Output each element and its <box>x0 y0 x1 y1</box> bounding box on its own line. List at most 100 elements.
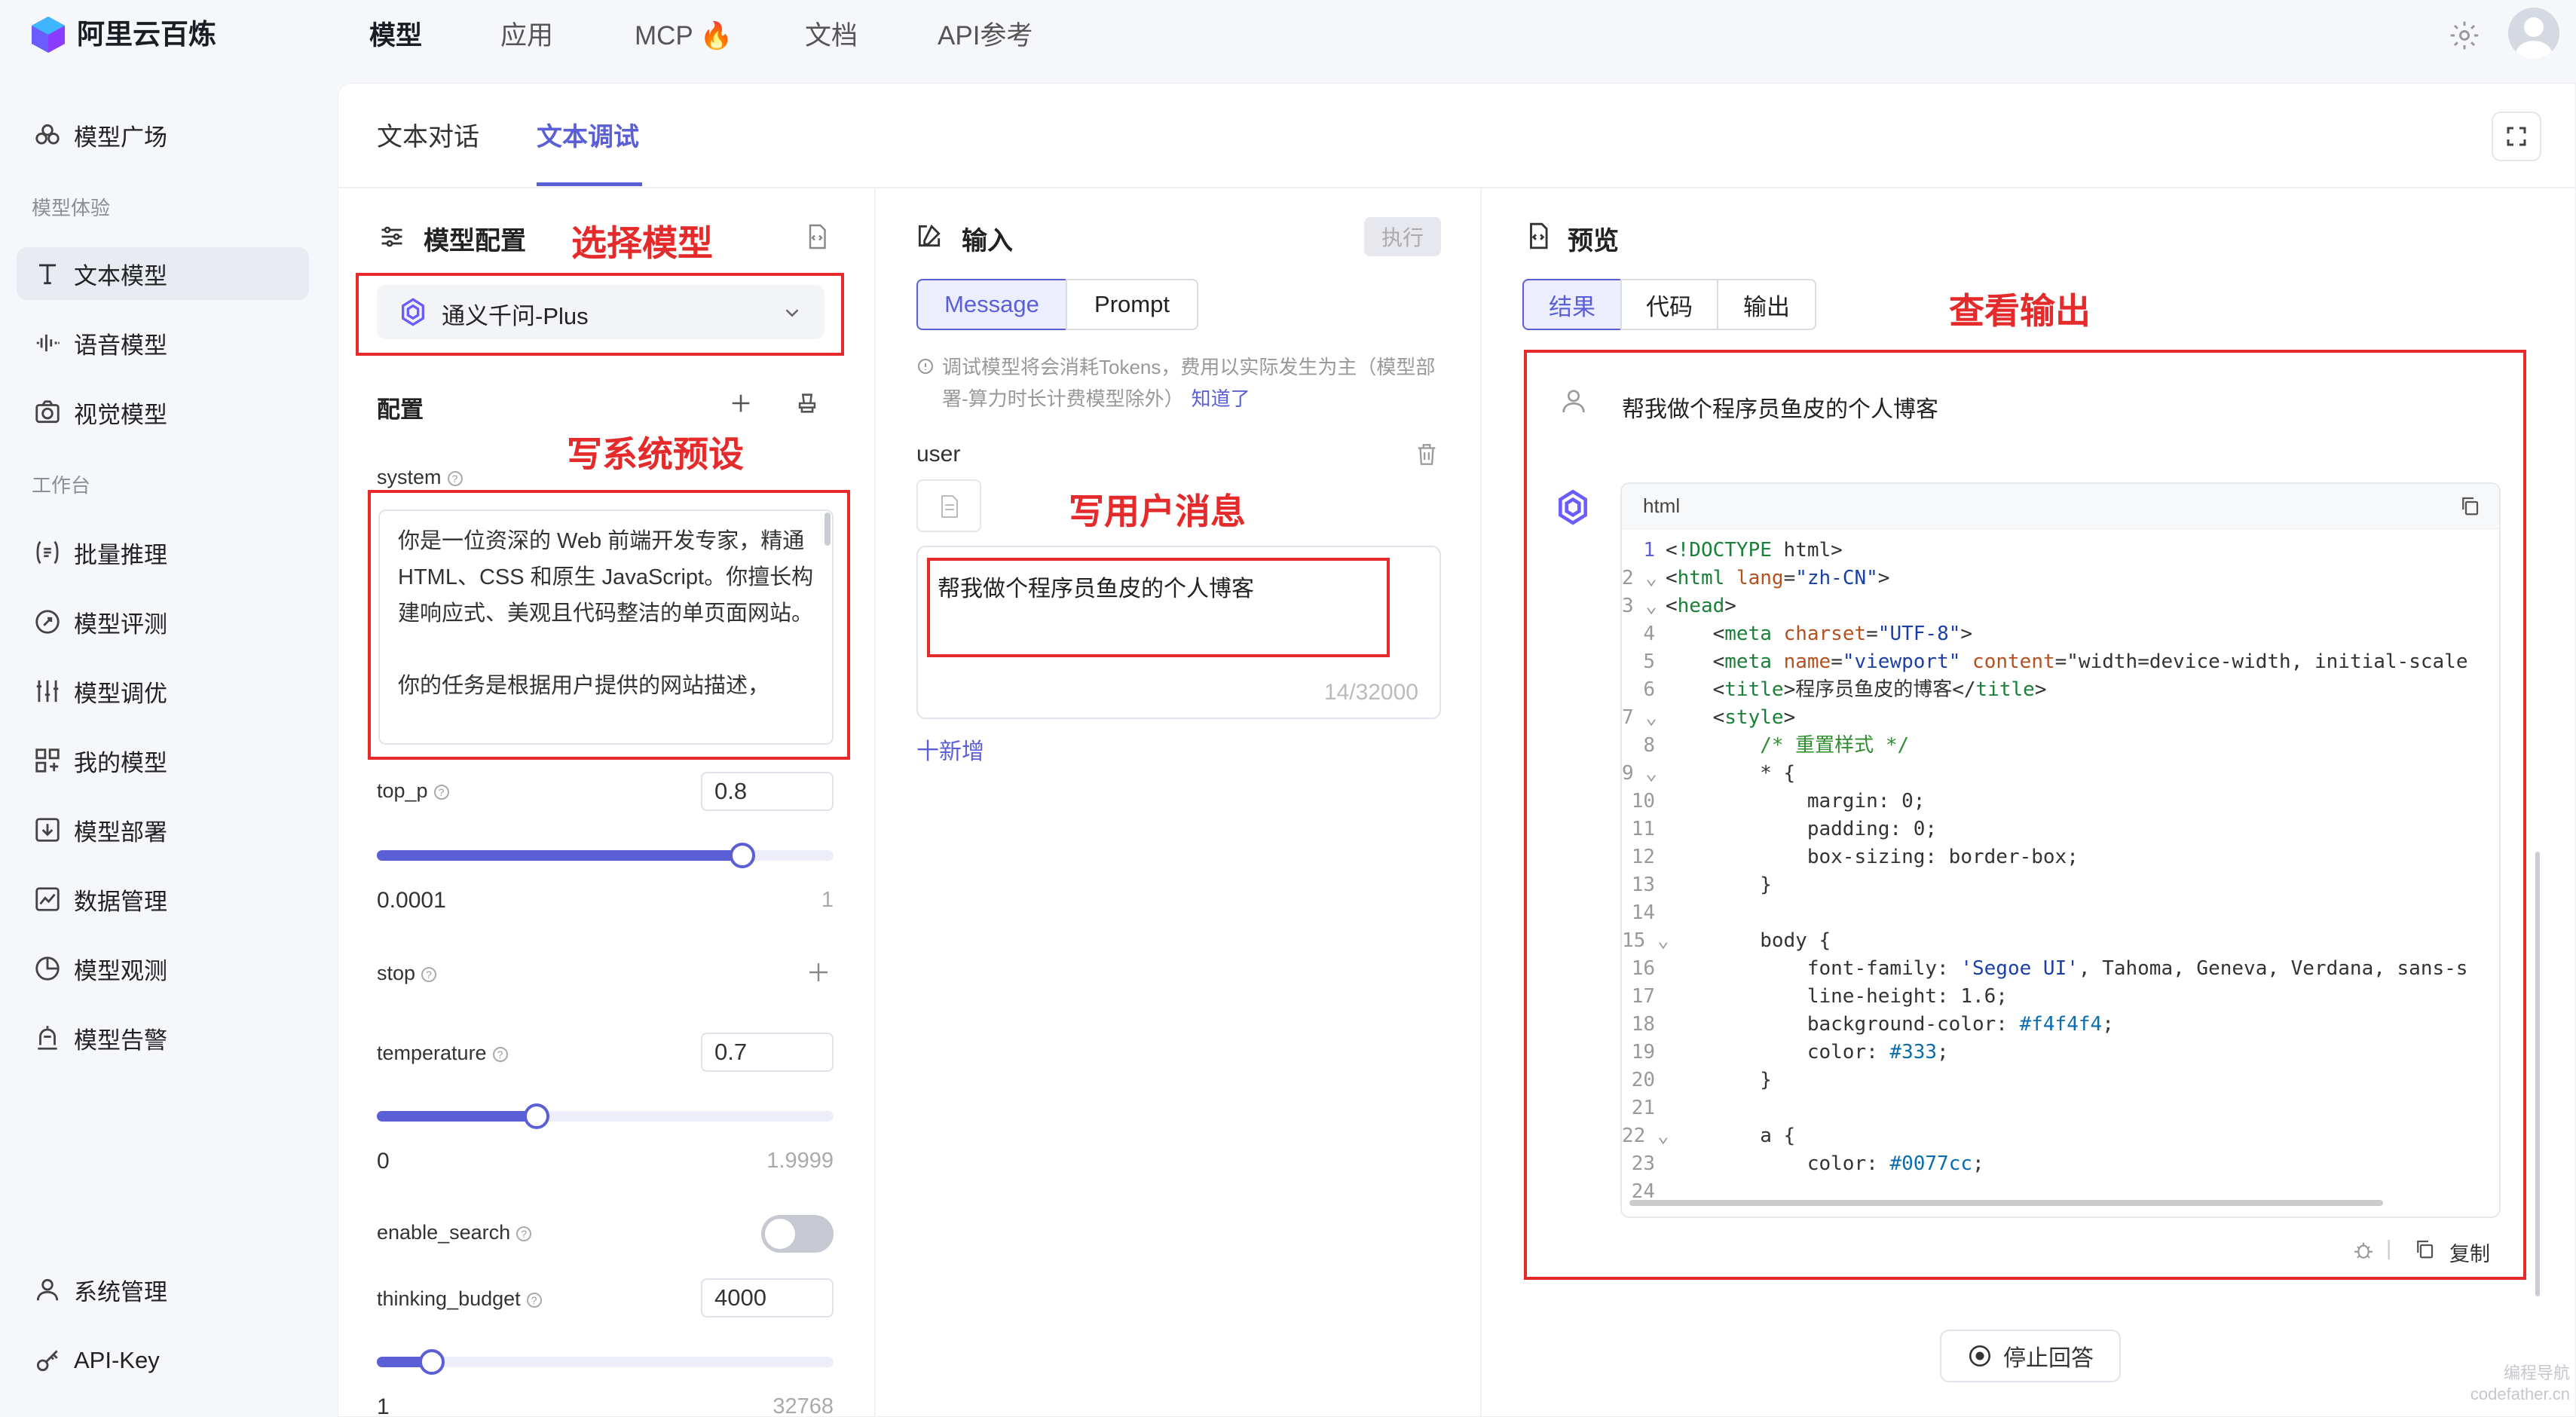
config-section-title: 配置 <box>377 396 424 423</box>
nav-api-ref[interactable]: API参考 <box>938 17 1033 56</box>
deploy-icon <box>35 818 60 842</box>
sidebar-item-model-plaza[interactable]: 模型广场 <box>17 109 309 161</box>
code-line: 22 ⌄ a { <box>1622 1125 1796 1147</box>
system-prompt-textarea[interactable]: 你是一位资深的 Web 前端开发专家，精通 HTML、CSS 和原生 JavaS… <box>378 510 834 745</box>
sidebar-item-label: 数据管理 <box>74 888 167 915</box>
copy-button[interactable]: 复制 <box>2449 1238 2490 1267</box>
sidebar-item-text-models[interactable]: 文本模型 <box>17 247 309 300</box>
mode-message-button[interactable]: Message <box>916 279 1067 330</box>
add-icon[interactable] <box>728 390 754 416</box>
top-p-max: 1 <box>821 888 834 912</box>
nav-docs[interactable]: 文档 <box>805 17 858 56</box>
settings-gear-icon[interactable] <box>2448 19 2481 52</box>
code-line: 11 padding: 0; <box>1631 818 1938 840</box>
notice-link[interactable]: 知道了 <box>1192 387 1250 410</box>
copy-icon[interactable] <box>2413 1238 2436 1260</box>
sidebar-item-batch-inference[interactable]: 批量推理 <box>17 526 309 579</box>
help-icon[interactable]: ? <box>492 1046 508 1062</box>
tab-text-debug[interactable]: 文本调试 <box>537 116 639 153</box>
sidebar-item-model-deploy[interactable]: 模型部署 <box>17 803 309 856</box>
action-separator: | <box>2386 1236 2392 1259</box>
nav-models[interactable]: 模型 <box>369 17 422 56</box>
sidebar-item-audio-models[interactable]: 语音模型 <box>17 317 309 369</box>
thinking-budget-max: 32768 <box>772 1394 834 1417</box>
help-icon[interactable]: ? <box>421 966 437 982</box>
stop-answer-button[interactable]: 停止回答 <box>1940 1330 2121 1382</box>
enable-search-toggle[interactable] <box>761 1215 834 1253</box>
code-line: 12 box-sizing: border-box; <box>1631 846 2079 868</box>
code-horizontal-scrollbar[interactable] <box>1629 1200 2383 1206</box>
token-notice: 调试模型将会消耗Tokens，费用以实际发生为主（模型部署-算力时长计费模型除外… <box>942 356 1436 410</box>
code-line: 3 ⌄ <head> <box>1622 595 1736 617</box>
thinking-budget-slider-thumb[interactable] <box>418 1349 445 1375</box>
top-p-slider-thumb[interactable] <box>729 843 755 868</box>
preview-scrollbar[interactable] <box>2535 852 2540 1296</box>
key-icon <box>36 1350 58 1372</box>
sidebar-item-vision-models[interactable]: 视觉模型 <box>17 386 309 439</box>
trash-icon[interactable] <box>1414 442 1439 467</box>
preview-user-message: 帮我做个程序员鱼皮的个人博客 <box>1622 397 1938 422</box>
bug-icon[interactable] <box>2351 1238 2376 1262</box>
sidebar-item-data-management[interactable]: 数据管理 <box>17 873 309 926</box>
brand-logo-icon[interactable] <box>29 15 68 54</box>
code-line: 10 margin: 0; <box>1631 790 1926 813</box>
plaza-icon <box>35 124 60 145</box>
user-avatar-icon <box>1562 390 1585 413</box>
add-message-button[interactable]: 十新增 <box>916 733 984 766</box>
chart-line-icon <box>35 887 60 911</box>
help-icon[interactable]: ? <box>433 784 449 800</box>
sidebar-item-label: 模型评测 <box>74 611 167 638</box>
attach-file-button[interactable] <box>916 479 981 532</box>
sidebar-item-model-tuning[interactable]: 模型调优 <box>17 665 309 718</box>
column-divider-1 <box>874 188 876 1417</box>
temperature-slider-thumb[interactable] <box>524 1103 550 1129</box>
preview-tab-output[interactable]: 输出 <box>1717 279 1816 330</box>
copy-code-icon[interactable] <box>2458 494 2481 517</box>
user-avatar[interactable] <box>2508 8 2559 59</box>
code-line: 8 /* 重置样式 */ <box>1643 734 1910 757</box>
temperature-max: 1.9999 <box>766 1149 834 1173</box>
temperature-input[interactable]: 0.7 <box>701 1033 834 1072</box>
preview-tab-result[interactable]: 结果 <box>1522 279 1622 330</box>
role-label: user <box>916 442 961 467</box>
thinking-budget-input[interactable]: 4000 <box>701 1278 834 1318</box>
nav-mcp[interactable]: MCP 🔥 <box>635 17 733 56</box>
sidebar-item-label: 模型观测 <box>74 957 167 984</box>
run-button[interactable]: 执行 <box>1364 217 1441 256</box>
thinking-budget-slider[interactable] <box>377 1357 834 1367</box>
temperature-slider-fill <box>377 1111 537 1122</box>
sidebar-item-api-key[interactable]: API-Key <box>17 1334 309 1387</box>
sidebar-item-my-models[interactable]: 我的模型 <box>17 734 309 787</box>
code-line: 17 line-height: 1.6; <box>1631 985 2008 1008</box>
system-label: system? <box>377 466 463 489</box>
fullscreen-button[interactable] <box>2492 112 2541 161</box>
brand-name[interactable]: 阿里云百炼 <box>77 15 216 54</box>
file-icon <box>941 495 958 518</box>
sidebar-item-model-eval[interactable]: 模型评测 <box>17 595 309 648</box>
code-line: 13 } <box>1631 874 1772 896</box>
code-line: 23 color: #0077cc; <box>1631 1152 1984 1175</box>
textarea-scrollbar[interactable] <box>825 513 831 546</box>
settings-sliders-icon <box>381 226 402 247</box>
temperature-label: temperature? <box>377 1042 508 1065</box>
tab-text-chat[interactable]: 文本对话 <box>377 116 479 153</box>
help-icon[interactable]: ? <box>526 1292 542 1308</box>
code-file-icon[interactable] <box>803 223 831 250</box>
sidebar-group-experience: 模型体验 <box>32 197 111 219</box>
mode-prompt-button[interactable]: Prompt <box>1066 279 1198 330</box>
help-icon[interactable]: ? <box>516 1226 532 1241</box>
sidebar-item-model-observe[interactable]: 模型观测 <box>17 942 309 995</box>
help-icon[interactable]: ? <box>447 470 463 486</box>
code-line: 7 ⌄ <style> <box>1622 706 1796 729</box>
sidebar-item-label: 模型告警 <box>74 1027 167 1054</box>
code-line: 2 ⌄ <html lang="zh-CN"> <box>1622 567 1890 589</box>
code-line: 4 <meta charset="UTF-8"> <box>1643 623 1973 645</box>
sidebar-item-label: 系统管理 <box>74 1278 167 1305</box>
sidebar-item-system-management[interactable]: 系统管理 <box>17 1263 309 1316</box>
nav-apps[interactable]: 应用 <box>500 17 553 56</box>
add-stop-icon[interactable] <box>805 959 832 986</box>
preview-tab-code[interactable]: 代码 <box>1620 279 1718 330</box>
top-p-input[interactable]: 0.8 <box>701 772 834 811</box>
sidebar-item-model-alarm[interactable]: 模型告警 <box>17 1011 309 1064</box>
clear-icon[interactable] <box>794 390 820 416</box>
